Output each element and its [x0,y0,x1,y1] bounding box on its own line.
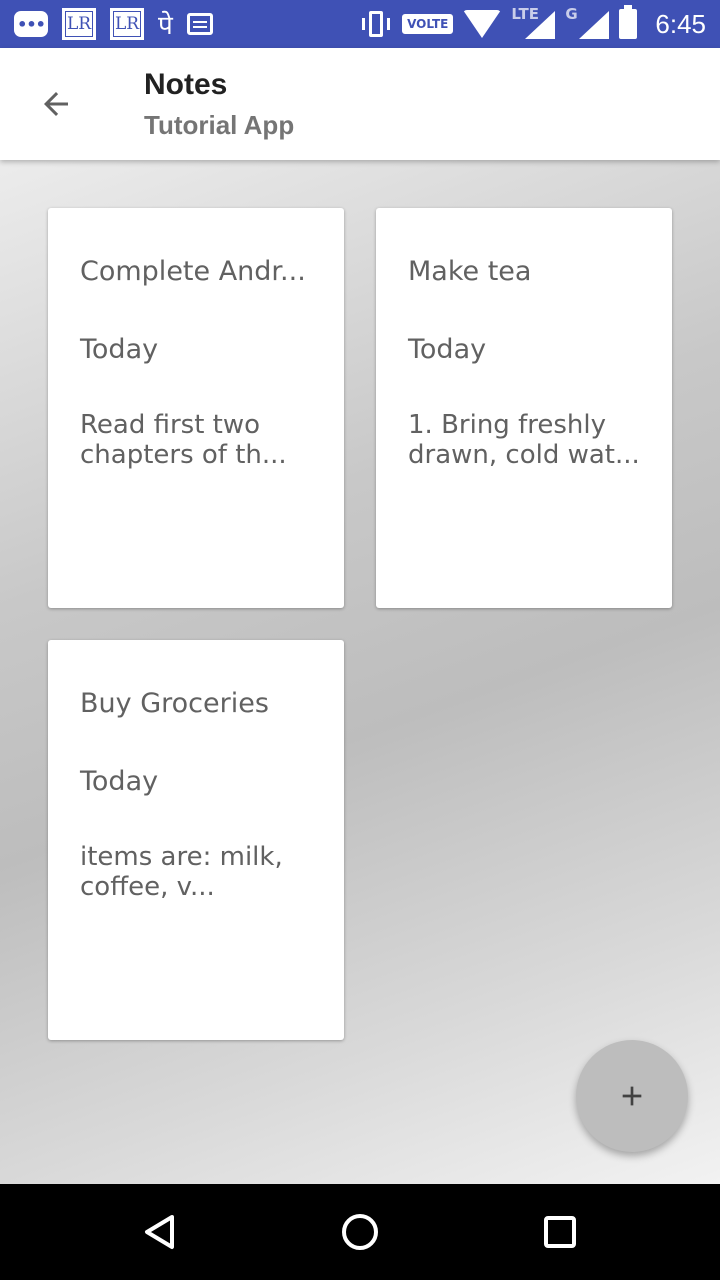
battery-icon [619,5,638,39]
note-body: items are: milk, coffee, v... [80,842,283,902]
arrow-back-icon [44,92,68,116]
add-note-button[interactable] [576,1040,688,1152]
lr-notification-icon-2: LR [110,8,144,40]
plus-icon [622,1086,642,1106]
back-button[interactable] [24,76,88,132]
message-notification-icon [186,13,213,35]
triangle-back-icon [145,1215,174,1249]
note-card[interactable]: Complete Andr... Today Read first two ch… [48,208,344,608]
payment-notification-icon: पे [158,11,173,41]
system-icons: VOLTE LTE G 6:45 [360,5,706,40]
note-date: Today [80,766,159,797]
notification-icons: ••• LR LR पे [14,6,213,42]
note-date: Today [80,334,159,365]
nav-back-button[interactable] [136,1208,184,1256]
note-title: Buy Groceries [80,688,269,719]
note-title: Complete Andr... [80,256,306,287]
note-card[interactable]: Buy Groceries Today items are: milk, cof… [48,640,344,1040]
note-title: Make tea [408,256,532,287]
circle-home-icon [342,1214,378,1250]
g-signal-icon: G [565,5,610,39]
chat-notification-icon: ••• [14,11,48,37]
note-body: 1. Bring freshly drawn, cold wat... [408,410,640,470]
nav-recents-button[interactable] [536,1208,584,1256]
note-date: Today [408,334,487,365]
nav-home-button[interactable] [336,1208,384,1256]
lte-signal-icon: LTE [511,5,556,39]
app-bar: Notes Tutorial App [0,48,720,160]
navigation-bar [0,1184,720,1280]
page-subtitle: Tutorial App [144,110,295,140]
note-card[interactable]: Make tea Today 1. Bring freshly drawn, c… [376,208,672,608]
note-body: Read first two chapters of th... [80,410,287,470]
volte-icon: VOLTE [402,14,454,34]
status-time: 6:45 [655,8,706,39]
lr-notification-icon: LR [62,8,96,40]
page-title: Notes [144,68,228,101]
vibrate-icon [360,11,392,37]
square-recents-icon [544,1216,576,1248]
g-label: G [565,5,578,23]
notes-grid: Complete Andr... Today Read first two ch… [0,160,720,1184]
wifi-icon [463,10,502,38]
status-bar: ••• LR LR पे VOLTE LTE G 6:45 [0,0,720,48]
